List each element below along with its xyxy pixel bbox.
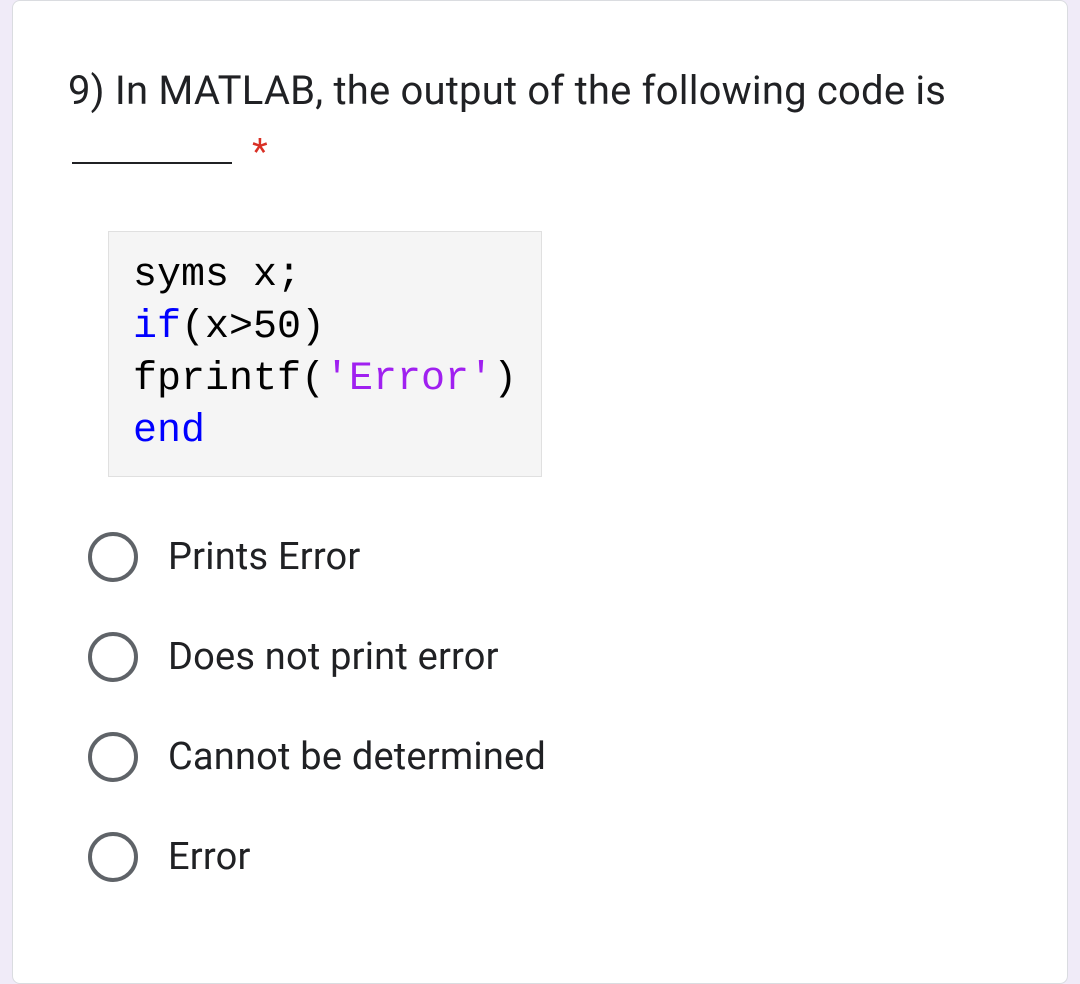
question-text: 9) In MATLAB, the output of the followin…	[68, 61, 1012, 181]
code-line-2: if(x>50)	[133, 302, 517, 354]
question-prefix: 9) In MATLAB, the output of the followin…	[68, 67, 946, 114]
option-2[interactable]: Does not print error	[88, 632, 1012, 682]
radio-icon[interactable]	[88, 732, 138, 782]
option-label: Prints Error	[168, 535, 360, 579]
option-1[interactable]: Prints Error	[88, 532, 1012, 582]
code-line-4: end	[133, 406, 517, 458]
code-line-3: fprintf('Error')	[133, 354, 517, 406]
blank-line	[72, 162, 232, 164]
code-block: syms x; if(x>50) fprintf('Error') end	[108, 231, 542, 477]
required-marker: *	[252, 131, 268, 173]
option-label: Error	[168, 835, 251, 879]
radio-icon[interactable]	[88, 532, 138, 582]
code-line-1: syms x;	[133, 250, 517, 302]
option-label: Cannot be determined	[168, 735, 546, 779]
option-3[interactable]: Cannot be determined	[88, 732, 1012, 782]
radio-icon[interactable]	[88, 632, 138, 682]
options-list: Prints Error Does not print error Cannot…	[68, 532, 1012, 882]
question-card: 9) In MATLAB, the output of the followin…	[12, 0, 1068, 984]
radio-icon[interactable]	[88, 832, 138, 882]
option-label: Does not print error	[168, 635, 499, 679]
option-4[interactable]: Error	[88, 832, 1012, 882]
